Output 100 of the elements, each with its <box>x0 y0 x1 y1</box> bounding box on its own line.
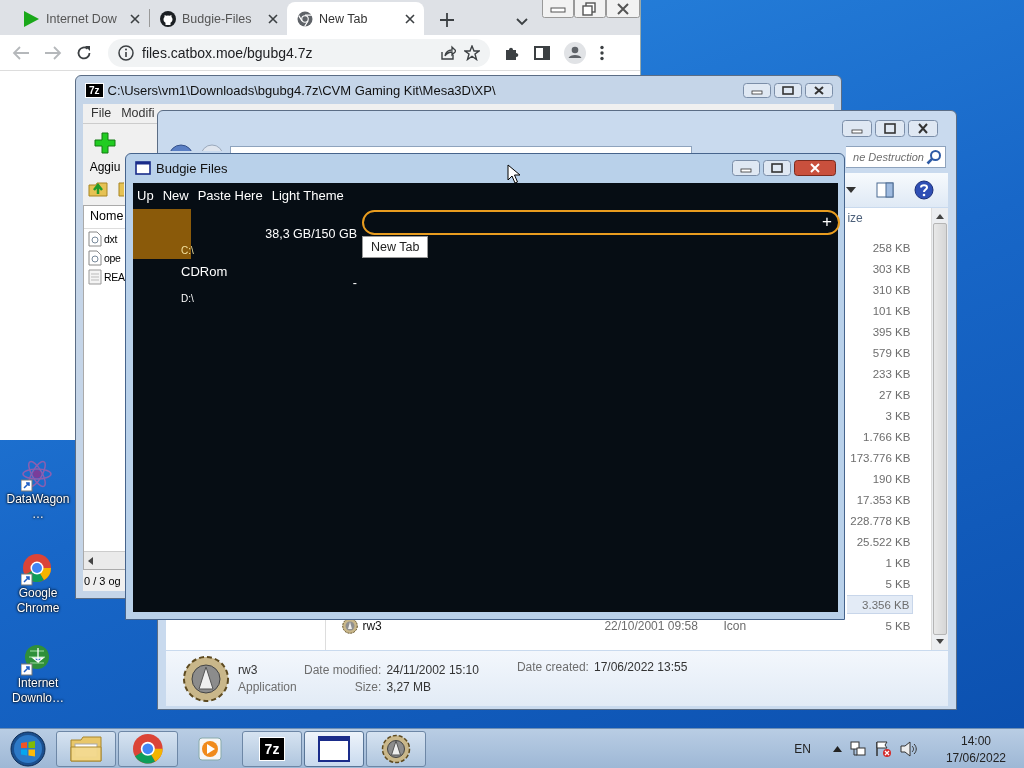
table-cell-text: 17.353 KB <box>855 493 912 506</box>
table-cell: 3.356 KB <box>847 595 914 614</box>
atom-icon[interactable] <box>21 458 55 492</box>
drive-path[interactable]: D:\ <box>181 293 353 307</box>
minimize-button[interactable] <box>842 120 872 137</box>
plus-icon[interactable] <box>440 13 454 27</box>
maximize-button[interactable] <box>763 160 791 176</box>
star-icon[interactable] <box>464 44 480 61</box>
folder-icon <box>69 735 103 763</box>
file-name[interactable]: rw3 <box>362 618 382 633</box>
caret-up-icon[interactable] <box>832 746 842 752</box>
table-cell-text: 1.766 KB <box>862 430 912 443</box>
more-icon[interactable] <box>600 44 604 61</box>
reload-icon[interactable] <box>76 44 92 61</box>
minimize-button[interactable] <box>732 160 760 176</box>
network-icon[interactable] <box>849 741 866 757</box>
drive-usage: - <box>352 276 357 290</box>
menu-item[interactable]: Up <box>137 188 154 203</box>
file-name[interactable]: ope <box>104 251 121 264</box>
table-cell-text: 5 KB <box>884 577 912 590</box>
close-button[interactable] <box>908 120 938 137</box>
browser-tab[interactable]: Budgie-Files <box>150 2 287 35</box>
clock-time[interactable]: 14:00 <box>960 733 991 748</box>
app-logo: 7z <box>259 738 285 760</box>
play-icon <box>196 735 224 763</box>
folder-up-icon[interactable] <box>88 179 108 197</box>
table-cell-text: 228.778 KB <box>849 514 912 527</box>
window-title: Budgie Files <box>156 160 228 176</box>
menu-item[interactable]: New <box>162 188 189 203</box>
table-cell-text: 310 KB <box>871 283 912 296</box>
gear-icon <box>182 654 230 703</box>
table-cell-text: 5 KB <box>884 619 912 632</box>
close-button[interactable] <box>794 160 836 176</box>
maximize-button[interactable] <box>875 120 905 137</box>
close-icon[interactable] <box>129 12 141 25</box>
caret-down-icon[interactable] <box>846 187 856 193</box>
preview-pane-icon[interactable] <box>876 182 894 198</box>
scroll-left-icon[interactable] <box>87 556 95 565</box>
side-panel-icon[interactable] <box>534 44 550 61</box>
search-icon[interactable] <box>926 149 942 165</box>
scroll-up-icon[interactable] <box>936 214 945 219</box>
file-icon <box>88 249 102 266</box>
table-cell-text: 190 KB <box>871 472 912 485</box>
field-label: Size: <box>353 680 382 694</box>
chevron-down-icon[interactable] <box>516 18 528 26</box>
taskbar-button[interactable] <box>366 731 426 767</box>
maximize-button[interactable] <box>774 82 802 98</box>
maximize-button[interactable] <box>574 0 606 18</box>
menu-item[interactable]: File <box>91 106 112 121</box>
browser-tab[interactable]: New Tab <box>287 2 424 35</box>
tooltip: New Tab <box>362 236 429 258</box>
close-button[interactable] <box>805 82 833 98</box>
speaker-icon[interactable] <box>899 741 918 757</box>
close-button[interactable] <box>606 0 640 18</box>
chrome-icon <box>297 10 313 27</box>
field-label: Date modified: <box>304 663 382 677</box>
minimize-button[interactable] <box>542 0 574 18</box>
browser-tab[interactable]: Internet Dow <box>12 2 149 35</box>
icon-label[interactable]: Internet Downlo… <box>2 676 74 706</box>
status-text: 0 / 3 og <box>84 575 121 587</box>
menu-item[interactable]: Modifi <box>121 106 155 121</box>
file-name[interactable]: REA <box>104 270 125 283</box>
icon-label[interactable]: DataWagon… <box>2 492 74 522</box>
taskbar-button[interactable] <box>304 731 364 767</box>
scroll-down-icon[interactable] <box>936 639 945 644</box>
drive-usage: 38,3 GB/150 GB <box>265 227 357 241</box>
icon-label[interactable]: Google Chrome <box>2 586 74 616</box>
table-cell-text: 1 KB <box>884 556 912 569</box>
menu-item[interactable]: Light Theme <box>271 188 344 203</box>
table-cell-text: 22/10/2001 09:58 <box>604 618 699 633</box>
drive-label[interactable]: CDRom <box>181 259 353 279</box>
table-cell-text: Icon <box>723 618 748 633</box>
play-icon <box>22 9 40 28</box>
field-value: 17/06/2022 13:55 <box>593 660 688 674</box>
profile-icon[interactable] <box>564 41 586 64</box>
taskbar-button[interactable]: 7z <box>242 731 302 767</box>
column-header[interactable]: ize <box>847 211 914 225</box>
table-cell-text: 101 KB <box>871 304 912 317</box>
minimize-button[interactable] <box>743 82 771 98</box>
add-button[interactable]: Aggiu <box>86 124 124 177</box>
clock-date[interactable]: 17/06/2022 <box>945 750 1006 765</box>
start-button[interactable] <box>8 730 48 768</box>
table-cell-text: 303 KB <box>871 262 912 275</box>
file-name[interactable]: dxt <box>104 232 118 245</box>
share-icon[interactable] <box>440 44 456 61</box>
info-icon[interactable] <box>118 44 134 61</box>
field-value: 3,27 MB <box>386 680 433 694</box>
flag-icon[interactable] <box>873 741 892 757</box>
close-icon[interactable] <box>404 12 416 25</box>
close-icon[interactable] <box>267 12 279 25</box>
file-type: Application <box>238 680 298 694</box>
plus-icon <box>94 132 116 154</box>
help-icon[interactable] <box>914 180 934 200</box>
scrollbar-thumb[interactable] <box>933 223 948 635</box>
search-field[interactable]: ne Destruction <box>846 146 946 168</box>
new-tab-button[interactable]: + <box>822 211 838 234</box>
menu-item[interactable]: Paste Here <box>197 188 263 203</box>
gear-icon <box>381 734 411 764</box>
language-indicator[interactable]: EN <box>794 742 811 756</box>
file-icon <box>88 230 102 247</box>
